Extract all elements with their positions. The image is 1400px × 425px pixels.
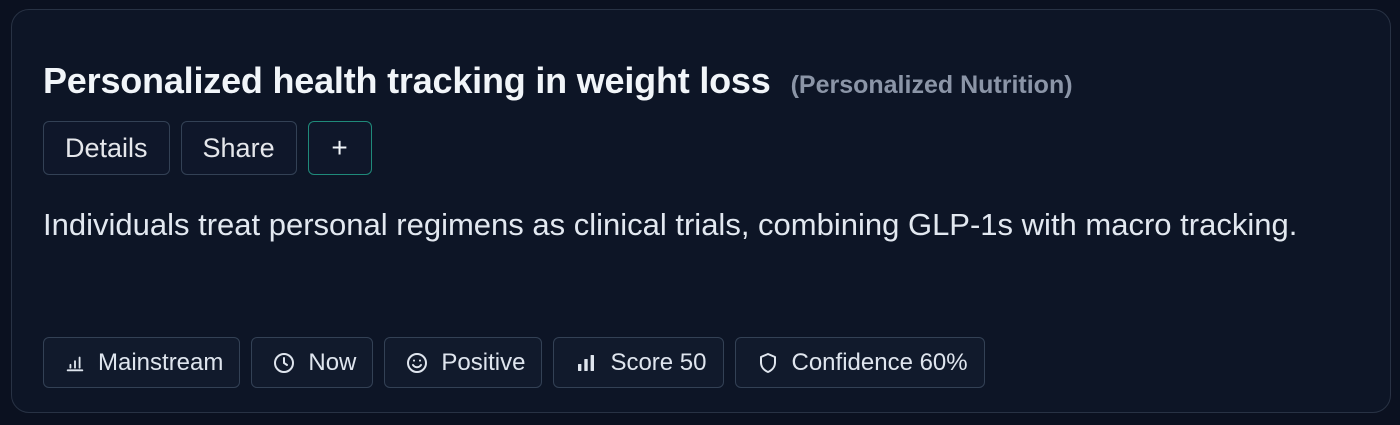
add-button[interactable]: + (307, 121, 372, 175)
tag-now: Now (251, 337, 374, 388)
tag-row: Mainstream Now Positive Score 50 Confide… (43, 337, 985, 388)
smile-icon (407, 352, 428, 373)
share-button[interactable]: Share (180, 121, 297, 175)
category-label: (Personalized Nutrition) (790, 71, 1073, 99)
tag-label: Now (308, 348, 357, 376)
bar-chart-icon (66, 356, 84, 371)
tag-label: Positive (441, 348, 526, 376)
card-title: Personalized health tracking in weight l… (43, 60, 771, 101)
tag-mainstream: Mainstream (43, 337, 241, 388)
title-row: Personalized health tracking in weight l… (43, 60, 1073, 102)
tag-positive: Positive (384, 337, 543, 388)
tag-label: Mainstream (98, 348, 224, 376)
card-description: Individuals treat personal regimens as c… (43, 207, 1298, 242)
tag-label: Confidence 60% (791, 348, 968, 376)
action-buttons: Details Share + (43, 121, 372, 175)
details-button[interactable]: Details (43, 121, 170, 175)
tag-score: Score 50 (553, 337, 724, 388)
tag-label: Score 50 (610, 348, 707, 376)
shield-icon (759, 352, 776, 373)
tag-confidence: Confidence 60% (734, 337, 985, 388)
signal-bars-icon (578, 354, 595, 371)
clock-icon (274, 352, 295, 373)
trend-card: Personalized health tracking in weight l… (11, 9, 1391, 413)
